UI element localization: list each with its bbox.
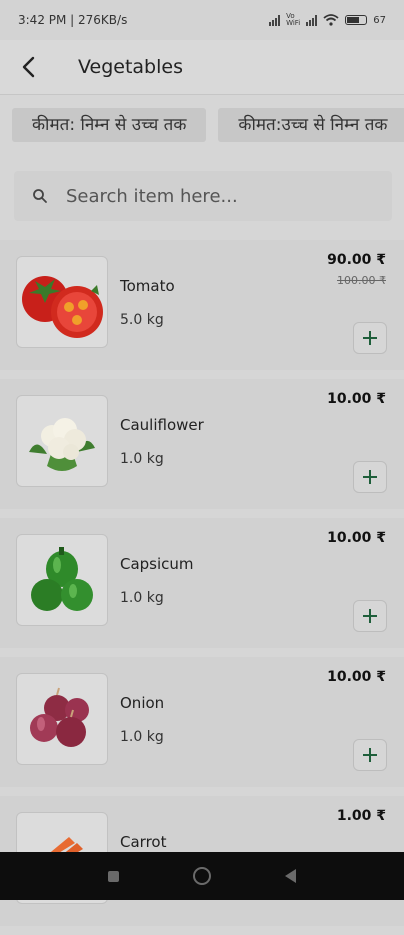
add-to-cart-button[interactable] <box>353 739 387 771</box>
add-to-cart-button[interactable] <box>353 461 387 493</box>
product-price: 1.00 ₹ <box>336 808 386 824</box>
search-input[interactable] <box>64 184 368 208</box>
add-to-cart-button[interactable] <box>353 600 387 632</box>
product-name: Capsicum <box>120 555 194 573</box>
product-price: 10.00 ₹ <box>327 391 386 407</box>
product-card-capsicum[interactable]: Capsicum 1.0 kg 10.00 ₹ <box>0 518 404 648</box>
recents-icon[interactable] <box>108 870 119 882</box>
home-icon[interactable] <box>193 867 211 885</box>
product-quantity: 1.0 kg <box>120 590 164 606</box>
product-name: Cauliflower <box>120 416 204 434</box>
back-button[interactable] <box>4 43 52 91</box>
battery-icon <box>345 15 368 25</box>
product-quantity: 5.0 kg <box>120 312 164 328</box>
product-name: Onion <box>120 694 165 712</box>
wifi-icon <box>323 14 339 26</box>
cauliflower-image <box>16 395 108 487</box>
search-icon <box>20 188 60 204</box>
sort-low-to-high-chip[interactable]: कीमत: निम्न से उच्च तक <box>12 108 207 142</box>
onion-image <box>16 673 108 765</box>
plus-icon <box>363 470 377 484</box>
back-arrow-icon <box>22 56 35 78</box>
signal-icon-2 <box>306 14 318 26</box>
signal-icon <box>269 14 281 26</box>
status-icons: Vo WiFi 67 <box>269 13 386 27</box>
page-title: Vegetables <box>78 56 183 78</box>
product-list: Tomato 5.0 kg 90.00 ₹ 100.00 ₹ Cauliflow… <box>0 240 404 935</box>
volte-icon: Vo WiFi <box>286 12 301 27</box>
product-card-cauliflower[interactable]: Cauliflower 1.0 kg 10.00 ₹ <box>0 379 404 509</box>
product-name: Carrot <box>120 833 167 851</box>
status-bar: 3:42 PM | 276KB/s Vo WiFi 67 <box>0 0 404 40</box>
product-quantity: 1.0 kg <box>120 729 164 745</box>
product-old-price: 100.00 ₹ <box>337 274 386 287</box>
add-to-cart-button[interactable] <box>353 322 387 354</box>
tomato-image <box>16 256 108 348</box>
status-time: 3:42 PM | 276KB/s <box>18 13 128 27</box>
app-bar: Vegetables <box>0 40 404 95</box>
plus-icon <box>363 609 377 623</box>
product-card-tomato[interactable]: Tomato 5.0 kg 90.00 ₹ 100.00 ₹ <box>0 240 404 370</box>
product-name: Tomato <box>120 277 175 295</box>
product-quantity: 1.0 kg <box>120 451 164 467</box>
battery-level: 67 <box>373 14 386 26</box>
sort-high-to-low-chip[interactable]: कीमत:उच्च से निम्न तक <box>218 108 404 142</box>
product-price: 10.00 ₹ <box>327 530 386 546</box>
system-back-icon[interactable] <box>285 869 296 883</box>
sort-filter-bar: कीमत: निम्न से उच्च तक कीमत:उच्च से निम्… <box>0 108 404 154</box>
capsicum-image <box>16 534 108 626</box>
search-bar[interactable] <box>14 171 392 221</box>
plus-icon <box>363 331 377 345</box>
product-card-onion[interactable]: Onion 1.0 kg 10.00 ₹ <box>0 657 404 787</box>
plus-icon <box>363 748 377 762</box>
product-price: 90.00 ₹ <box>327 252 386 268</box>
product-price: 10.00 ₹ <box>327 669 386 685</box>
system-navigation-bar <box>0 852 404 900</box>
